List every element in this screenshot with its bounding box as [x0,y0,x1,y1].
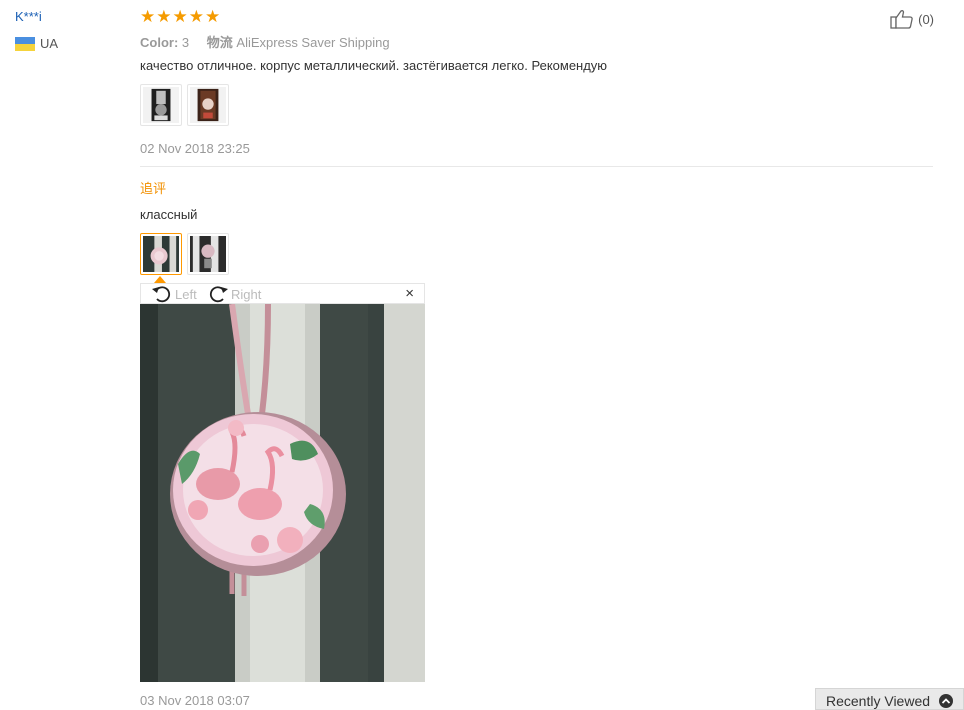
close-viewer-button[interactable]: × [405,285,414,302]
recently-viewed-label: Recently Viewed [826,693,931,709]
thumbs-up-icon [890,10,913,29]
review-text: качество отличное. корпус металлический.… [140,58,608,73]
helpful-button[interactable]: (0) [890,9,934,29]
star-icon: ★ [140,7,156,26]
rotate-left-icon [152,286,171,303]
color-value: 3 [181,35,190,50]
rotate-right-button[interactable]: Right [207,284,261,304]
color-label: Color: [140,35,179,50]
star-icon: ★ [156,7,172,26]
review-photo-thumbnail[interactable] [140,84,182,126]
shipping-label: 物流 [206,35,233,50]
rotate-right-label: Right [231,286,262,302]
photo-thumbnail-image [143,236,179,272]
enlarged-photo-image [140,304,425,682]
rotate-left-label: Left [175,286,197,302]
rotate-right-icon [209,286,228,303]
reviewer-name[interactable]: K***i [15,9,42,24]
chevron-up-icon [939,694,954,708]
viewer-toolbar: Left Right × [140,283,425,304]
shipping-value: AliExpress Saver Shipping [236,35,390,50]
ukraine-flag-icon [15,36,35,51]
star-icon: ★ [188,7,204,26]
image-viewer: Left Right × [140,276,425,682]
helpful-count: (0) [918,11,934,27]
followup-photo-thumbnail-selected[interactable] [140,233,182,275]
photo-thumbnail-image [143,87,179,123]
country-code: UA [40,36,59,51]
review-date: 02 Nov 2018 23:25 [140,141,250,156]
star-rating: ★ ★ ★ ★ ★ [140,8,220,26]
recently-viewed-panel[interactable]: Recently Viewed [815,688,964,710]
star-icon: ★ [172,7,188,26]
review-photo-thumbnail[interactable] [187,84,229,126]
enlarged-review-photo [140,304,425,682]
reviewer-country: UA [15,36,58,51]
followup-text: классный [140,207,198,222]
followup-label: 追评 [140,181,167,196]
review-divider [140,166,933,167]
photo-thumbnail-image [190,236,226,272]
photo-thumbnail-image [190,87,226,123]
followup-photo-thumbnail[interactable] [187,233,229,275]
followup-date: 03 Nov 2018 03:07 [140,693,250,708]
rotate-left-button[interactable]: Left [151,284,197,304]
viewer-pointer [154,276,166,283]
order-meta: Color: 3 物流 AliExpress Saver Shipping [140,32,404,51]
star-icon: ★ [205,7,221,26]
